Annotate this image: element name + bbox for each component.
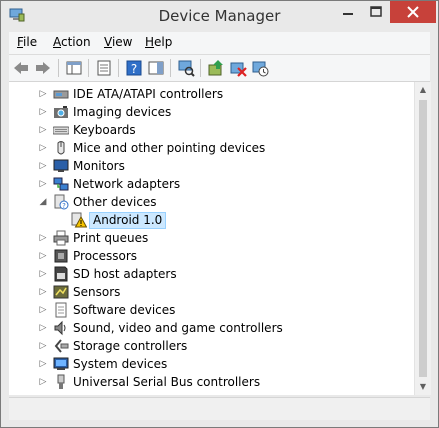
tree-item-other-devices[interactable]: ◢ ? Other devices bbox=[9, 193, 414, 211]
device-manager-window: Device Manager File Action View Help ? ▷… bbox=[0, 0, 439, 428]
collapse-arrow-icon[interactable]: ◢ bbox=[38, 196, 48, 208]
close-icon bbox=[407, 6, 419, 18]
storage-icon bbox=[54, 339, 69, 353]
update-driver-icon[interactable] bbox=[207, 59, 225, 77]
system-icon bbox=[53, 357, 69, 370]
expand-arrow-icon[interactable]: ▷ bbox=[38, 250, 48, 262]
minimize-icon bbox=[343, 13, 353, 15]
monitor-icon bbox=[53, 159, 69, 172]
camera-icon bbox=[54, 106, 68, 118]
tree-item-ide-controllers[interactable]: ▷ IDE ATA/ATAPI controllers bbox=[9, 85, 414, 103]
device-tree[interactable]: ▷ IDE ATA/ATAPI controllers ▷ Imaging de… bbox=[9, 82, 414, 395]
scroll-down-arrow-icon[interactable]: ▼ bbox=[415, 379, 431, 395]
usb-icon bbox=[57, 374, 65, 389]
sensor-icon bbox=[53, 285, 69, 299]
toolbar-separator bbox=[170, 59, 171, 77]
toolbar-separator bbox=[88, 59, 89, 77]
tree-item-print-queues[interactable]: ▷ Print queues bbox=[9, 229, 414, 247]
expand-arrow-icon[interactable]: ▷ bbox=[38, 340, 48, 352]
tree-item-software-devices[interactable]: ▷ Software devices bbox=[9, 301, 414, 319]
maximize-button[interactable] bbox=[362, 1, 390, 23]
toolbar-separator bbox=[58, 59, 59, 77]
tree-item-sound-video[interactable]: ▷ Sound, video and game controllers bbox=[9, 319, 414, 337]
mouse-icon bbox=[57, 141, 65, 155]
software-device-icon bbox=[55, 302, 67, 318]
menu-view[interactable]: View bbox=[104, 35, 132, 49]
scroll-thumb[interactable] bbox=[419, 100, 427, 377]
menu-bar: File Action View Help bbox=[9, 32, 430, 55]
tree-item-processors[interactable]: ▷ Processors bbox=[9, 247, 414, 265]
menu-file[interactable]: File bbox=[17, 35, 37, 49]
unknown-device-icon: ? bbox=[54, 194, 69, 210]
tree-item-imaging-devices[interactable]: ▷ Imaging devices bbox=[9, 103, 414, 121]
forward-icon[interactable] bbox=[34, 59, 52, 77]
expand-arrow-icon[interactable]: ▷ bbox=[38, 124, 48, 136]
scan-hardware-icon[interactable] bbox=[177, 59, 195, 77]
tree-item-sd-host-adapters[interactable]: ▷ SD host adapters bbox=[9, 265, 414, 283]
expand-arrow-icon[interactable]: ▷ bbox=[38, 232, 48, 244]
help-icon[interactable]: ? bbox=[125, 59, 143, 77]
printer-icon bbox=[53, 230, 69, 246]
uninstall-device-icon[interactable] bbox=[229, 59, 247, 77]
title-bar[interactable]: Device Manager bbox=[1, 1, 438, 31]
expand-arrow-icon[interactable]: ▷ bbox=[38, 178, 48, 190]
action-pane-icon[interactable] bbox=[147, 59, 165, 77]
svg-text:?: ? bbox=[62, 202, 66, 210]
tree-item-usb-controllers[interactable]: ▷ Universal Serial Bus controllers bbox=[9, 373, 414, 391]
network-icon bbox=[53, 177, 69, 191]
tree-item-network-adapters[interactable]: ▷ Network adapters bbox=[9, 175, 414, 193]
tree-item-system-devices[interactable]: ▷ System devices bbox=[9, 355, 414, 373]
expand-arrow-icon[interactable]: ▷ bbox=[38, 376, 48, 388]
expand-arrow-icon[interactable]: ▷ bbox=[38, 268, 48, 280]
tree-item-keyboards[interactable]: ▷ Keyboards bbox=[9, 121, 414, 139]
speaker-icon bbox=[54, 320, 66, 336]
toolbar-separator bbox=[200, 59, 201, 77]
properties-icon[interactable] bbox=[95, 59, 113, 77]
expand-arrow-icon[interactable]: ▷ bbox=[38, 88, 48, 100]
expand-arrow-icon[interactable]: ▷ bbox=[38, 322, 48, 334]
expand-arrow-icon[interactable]: ▷ bbox=[38, 286, 48, 298]
ide-controller-icon bbox=[53, 90, 69, 99]
close-button[interactable] bbox=[390, 1, 436, 23]
back-icon[interactable] bbox=[12, 59, 30, 77]
tree-item-storage-controllers[interactable]: ▷ Storage controllers bbox=[9, 337, 414, 355]
vertical-scrollbar[interactable]: ▲ ▼ bbox=[414, 82, 431, 395]
processor-icon bbox=[54, 249, 68, 263]
expand-arrow-icon[interactable]: ▷ bbox=[38, 160, 48, 172]
menu-help[interactable]: Help bbox=[145, 35, 172, 49]
expand-arrow-icon[interactable]: ▷ bbox=[38, 304, 48, 316]
scroll-up-arrow-icon[interactable]: ▲ bbox=[415, 82, 431, 98]
tree-item-sensors[interactable]: ▷ Sensors bbox=[9, 283, 414, 301]
sd-card-icon bbox=[54, 266, 68, 282]
expand-arrow-icon[interactable]: ▷ bbox=[38, 106, 48, 118]
tree-item-android[interactable]: Android 1.0 bbox=[9, 211, 414, 229]
toolbar: ? bbox=[9, 55, 430, 82]
minimize-button[interactable] bbox=[334, 1, 362, 23]
expand-arrow-icon[interactable]: ▷ bbox=[38, 358, 48, 370]
svg-text:?: ? bbox=[131, 62, 137, 76]
toolbar-separator bbox=[118, 59, 119, 77]
enable-device-icon[interactable] bbox=[251, 59, 269, 77]
expand-arrow-icon[interactable]: ▷ bbox=[38, 142, 48, 154]
menu-action[interactable]: Action bbox=[53, 35, 91, 49]
warning-device-icon bbox=[71, 212, 87, 228]
tree-item-mice[interactable]: ▷ Mice and other pointing devices bbox=[9, 139, 414, 157]
maximize-icon bbox=[370, 6, 382, 17]
show-hide-tree-icon[interactable] bbox=[65, 59, 83, 77]
keyboard-icon bbox=[53, 126, 69, 135]
tree-item-monitors[interactable]: ▷ Monitors bbox=[9, 157, 414, 175]
status-bar bbox=[9, 397, 430, 420]
